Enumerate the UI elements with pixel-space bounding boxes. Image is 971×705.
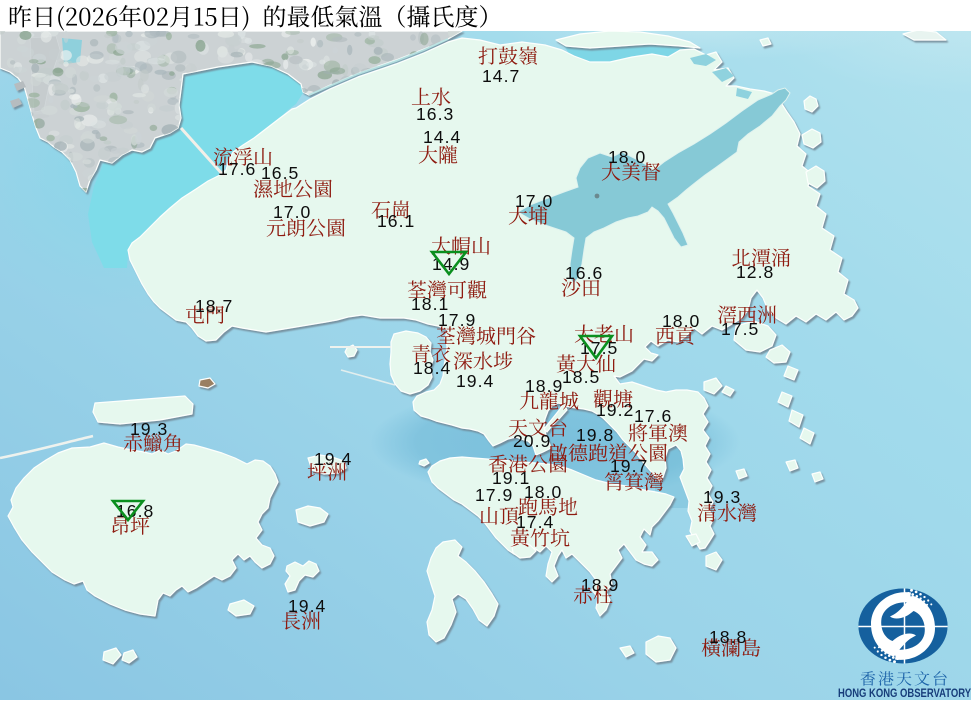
svg-text:19.4: 19.4 (314, 449, 352, 469)
svg-text:16.3: 16.3 (416, 104, 454, 124)
svg-text:19.4: 19.4 (456, 371, 494, 391)
svg-text:19.2: 19.2 (596, 400, 634, 420)
svg-text:14.4: 14.4 (423, 127, 461, 147)
svg-text:19.7: 19.7 (610, 456, 648, 476)
svg-text:17.0: 17.0 (515, 191, 553, 211)
svg-text:17.6: 17.6 (634, 406, 672, 426)
svg-text:18.7: 18.7 (195, 296, 233, 316)
svg-text:20.9: 20.9 (513, 431, 551, 451)
svg-text:19.3: 19.3 (130, 419, 168, 439)
svg-text:18.9: 18.9 (525, 376, 563, 396)
svg-text:19.3: 19.3 (703, 487, 741, 507)
svg-text:16.6: 16.6 (565, 263, 603, 283)
svg-text:18.0: 18.0 (662, 311, 700, 331)
svg-text:18.8: 18.8 (709, 627, 747, 647)
svg-text:18.4: 18.4 (413, 358, 451, 378)
svg-text:16.1: 16.1 (377, 211, 415, 231)
svg-text:18.9: 18.9 (581, 575, 619, 595)
svg-text:17.6: 17.6 (218, 159, 256, 179)
svg-text:19.8: 19.8 (576, 425, 614, 445)
svg-text:12.8: 12.8 (736, 262, 774, 282)
svg-text:16.5: 16.5 (261, 163, 299, 183)
svg-text:17.0: 17.0 (273, 202, 311, 222)
svg-text:HONG KONG OBSERVATORY: HONG KONG OBSERVATORY (838, 686, 971, 700)
svg-text:17.9: 17.9 (438, 310, 476, 330)
svg-text:17.4: 17.4 (516, 512, 554, 532)
svg-text:18.0: 18.0 (608, 147, 646, 167)
svg-text:18.0: 18.0 (524, 482, 562, 502)
svg-text:14.7: 14.7 (482, 66, 520, 86)
svg-text:18.5: 18.5 (562, 367, 600, 387)
svg-text:17.9: 17.9 (475, 485, 513, 505)
svg-text:17.5: 17.5 (721, 319, 759, 339)
svg-text:19.4: 19.4 (288, 596, 326, 616)
